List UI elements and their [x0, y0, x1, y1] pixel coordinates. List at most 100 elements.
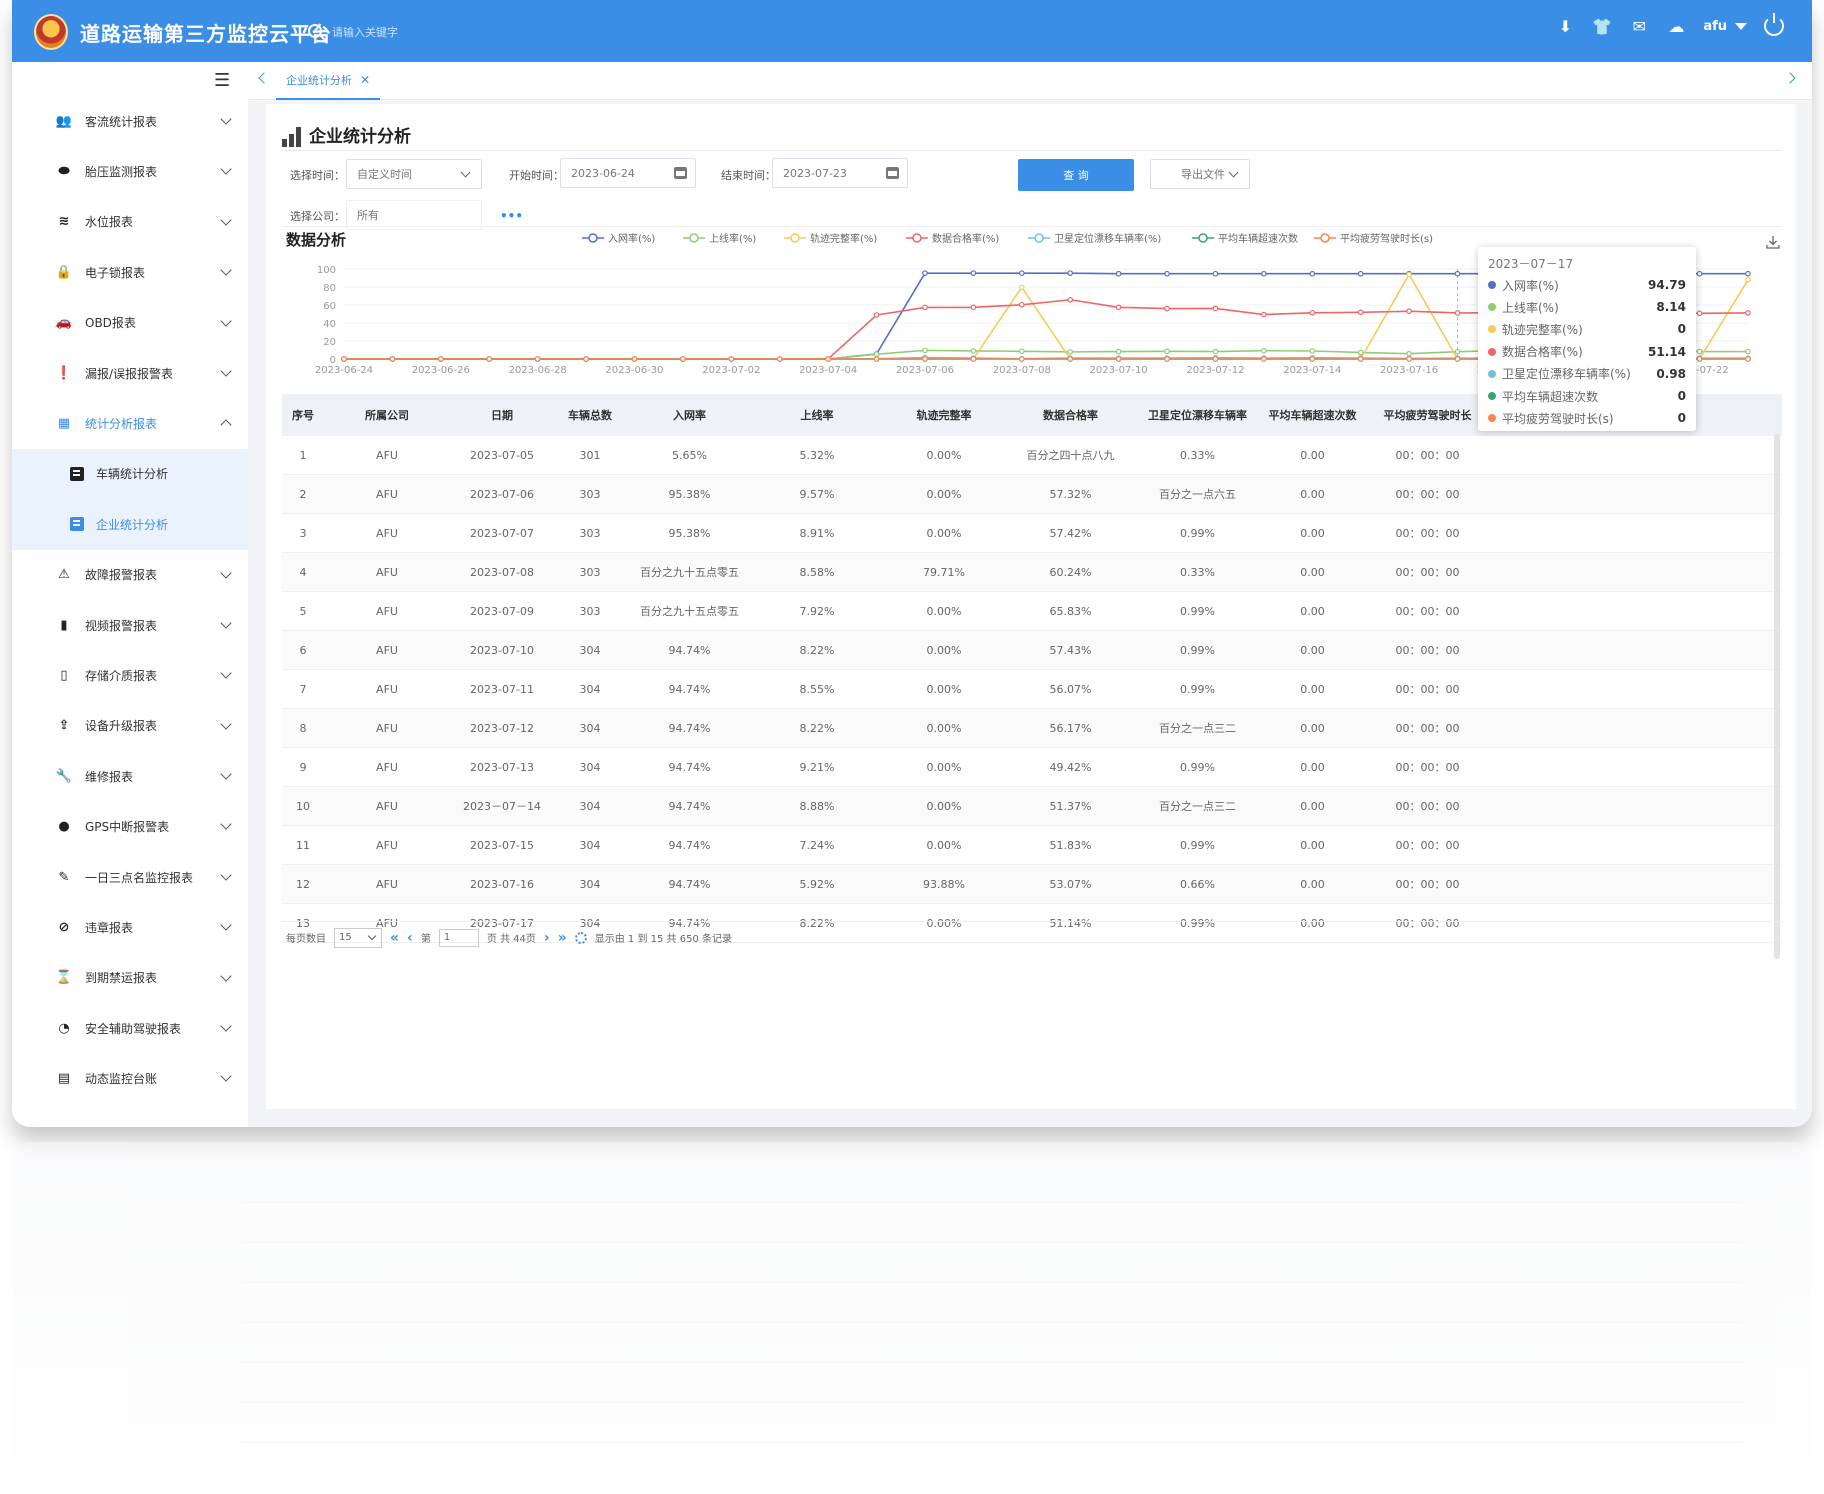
- sidebar-item[interactable]: ❗ 漏报/误报报警表: [12, 348, 248, 398]
- column-header[interactable]: 所属公司: [324, 407, 450, 423]
- column-header[interactable]: 日期: [450, 407, 554, 423]
- prev-page-icon[interactable]: ‹: [407, 930, 413, 946]
- sidebar-item[interactable]: 👥 客流统计报表: [12, 96, 248, 146]
- data-point: [389, 356, 396, 362]
- last-page-icon[interactable]: »: [558, 930, 567, 946]
- column-header[interactable]: 车辆总数: [554, 407, 626, 423]
- sidebar-item[interactable]: ⇪ 设备升级报表: [12, 701, 248, 751]
- search-input[interactable]: [332, 22, 512, 42]
- column-header[interactable]: 序号: [282, 407, 324, 423]
- sidebar-item[interactable]: ⊘ 违章报表: [12, 902, 248, 952]
- table-row[interactable]: 1 AFU 2023-07-05 301 5.65% 5.32% 0.00% 百分之四十点八九…: [282, 436, 1782, 475]
- legend-label[interactable]: 平均车辆超速次数: [1218, 232, 1298, 245]
- x-tick-label: 2023-06-28: [509, 365, 567, 376]
- sidebar-item-label: 水位报表: [85, 215, 134, 230]
- legend-label[interactable]: 入网率(%): [608, 232, 655, 245]
- power-icon[interactable]: [1764, 13, 1784, 36]
- column-header[interactable]: 轨迹完整率: [881, 407, 1007, 423]
- next-page-icon[interactable]: ›: [544, 930, 550, 946]
- table-row[interactable]: 6 AFU 2023-07-10 304 94.74% 8.22% 0.00% 57.43% 0…: [282, 631, 1782, 670]
- legend-label[interactable]: 上线率(%): [709, 232, 756, 245]
- end-date-input[interactable]: 2023-07-23: [772, 158, 908, 188]
- sidebar-item[interactable]: ⚠ 故障报警报表: [12, 550, 248, 600]
- sidebar-item[interactable]: ◔ 安全辅助驾驶报表: [12, 1003, 248, 1053]
- per-page-select[interactable]: 15: [334, 927, 382, 948]
- sidebar-item[interactable]: ✎ 一日三点名监控报表: [12, 852, 248, 902]
- submenu-item[interactable]: 车辆统计分析: [12, 449, 248, 499]
- legend-label[interactable]: 数据合格率(%): [932, 232, 999, 245]
- sidebar-item[interactable]: ● GPS中断报警表: [12, 801, 248, 851]
- user-name: afu: [1703, 18, 1727, 34]
- table-row[interactable]: 8 AFU 2023-07-12 304 94.74% 8.22% 0.00% 56.17% 百…: [282, 709, 1782, 748]
- table-row[interactable]: 9 AFU 2023-07-13 304 94.74% 9.21% 0.00% 49.42% 0…: [282, 748, 1782, 787]
- table-row[interactable]: 5 AFU 2023-07-09 303 百分之九十五点零五 7.92% 0.00% 65.8…: [282, 592, 1782, 631]
- sidebar-item[interactable]: ⬬ 胎压监测报表: [12, 146, 248, 196]
- mail-icon[interactable]: ✉: [1629, 16, 1649, 36]
- sidebar-item[interactable]: 🔧 维修报表: [12, 751, 248, 801]
- page-input[interactable]: 1: [438, 928, 479, 947]
- column-header[interactable]: 卫星定位漂移车辆率: [1134, 407, 1261, 423]
- submenu-item[interactable]: 企业统计分析: [12, 499, 248, 549]
- table-cell: 0.00%: [926, 721, 962, 735]
- download-icon[interactable]: ⬇: [1555, 16, 1575, 36]
- sidebar-item[interactable]: ▮ 视频报警报表: [12, 600, 248, 650]
- table-row[interactable]: 2 AFU 2023-07-06 303 95.38% 9.57% 0.00% 57.32% 百…: [282, 475, 1782, 514]
- user-menu[interactable]: afu: [1703, 19, 1747, 34]
- calendar-icon[interactable]: [886, 167, 899, 179]
- sidebar-item-label: OBD报表: [85, 316, 136, 331]
- table-row[interactable]: 10 AFU 2023－07－14 304 94.74% 8.88% 0.00% 51.37%…: [282, 787, 1782, 826]
- data-point: [1309, 309, 1316, 316]
- first-page-icon[interactable]: «: [390, 930, 399, 946]
- vertical-scrollbar[interactable]: [1774, 434, 1780, 959]
- tab-enterprise-analysis[interactable]: 企业统计分析 ✕: [276, 62, 381, 100]
- time-select[interactable]: 自定义时间: [346, 159, 482, 189]
- tire-icon: ⬬: [58, 164, 70, 180]
- sidebar-item[interactable]: ⌛ 到期禁运报表: [12, 953, 248, 1003]
- collapse-menu-icon[interactable]: ☰: [214, 70, 230, 91]
- column-header[interactable]: 入网率: [626, 407, 753, 423]
- legend-label[interactable]: 轨迹完整率(%): [810, 232, 877, 245]
- legend-label[interactable]: 卫星定位漂移车辆率(%): [1054, 232, 1161, 245]
- sidebar-item[interactable]: 🔒 电子锁报表: [12, 247, 248, 297]
- upload-icon: ⇪: [58, 718, 70, 734]
- chevron-down-icon: [220, 365, 232, 377]
- tab-bar: 企业统计分析 ✕: [248, 62, 1812, 100]
- shirt-icon[interactable]: 👕: [1592, 16, 1612, 36]
- column-header[interactable]: 平均车辆超速次数: [1261, 407, 1364, 423]
- time-label: 选择时间：: [290, 169, 345, 182]
- sidebar-item[interactable]: ▯ 存储介质报表: [12, 650, 248, 700]
- tab-next-icon[interactable]: [1784, 72, 1796, 84]
- search-icon[interactable]: [308, 24, 322, 38]
- calendar-icon[interactable]: [674, 167, 687, 179]
- y-tick-label: 20: [323, 337, 336, 348]
- start-date-input[interactable]: 2023-06-24: [560, 158, 696, 188]
- table-row[interactable]: 12 AFU 2023-07-16 304 94.74% 5.92% 93.88% 53.07…: [282, 865, 1782, 904]
- table-row[interactable]: 7 AFU 2023-07-11 304 94.74% 8.55% 0.00% 56.07% 0…: [282, 670, 1782, 709]
- export-select[interactable]: 导出文件: [1150, 159, 1250, 189]
- sidebar-item[interactable]: ▦ 统计分析报表: [12, 398, 248, 448]
- query-button[interactable]: 查 询: [1018, 159, 1134, 191]
- cloud-icon[interactable]: ☁: [1666, 16, 1686, 36]
- data-point: [922, 270, 928, 276]
- column-header[interactable]: 平均疲劳驾驶时长: [1364, 407, 1491, 423]
- table-row[interactable]: 11 AFU 2023-07-15 304 94.74% 7.24% 0.00% 51.83%…: [282, 826, 1782, 865]
- tab-prev-icon[interactable]: [258, 72, 270, 84]
- sidebar-item[interactable]: ≋ 水位报表: [12, 197, 248, 247]
- close-icon[interactable]: ✕: [360, 73, 370, 87]
- table-cell: 0.00: [1300, 799, 1325, 813]
- download-chart-icon[interactable]: [1766, 235, 1780, 249]
- sidebar-item[interactable]: 🚗 OBD报表: [12, 298, 248, 348]
- column-header[interactable]: 数据合格率: [1007, 407, 1134, 423]
- more-icon[interactable]: •••: [500, 209, 523, 223]
- table-row[interactable]: 4 AFU 2023-07-08 303 百分之九十五点零五 8.58% 79.71% 60.…: [282, 553, 1782, 592]
- legend-label[interactable]: 平均疲劳驾驶时长(s): [1340, 232, 1433, 245]
- data-point: [922, 304, 928, 311]
- table-row[interactable]: 3 AFU 2023-07-07 303 95.38% 8.91% 0.00% 57.42% 0…: [282, 514, 1782, 553]
- data-point: [825, 356, 831, 362]
- sidebar-item[interactable]: ▤ 动态监控台账: [12, 1053, 248, 1103]
- data-point: [1357, 349, 1364, 356]
- refresh-icon[interactable]: [574, 931, 587, 944]
- column-header[interactable]: 上线率: [753, 407, 881, 423]
- table-cell: 0.00%: [926, 682, 962, 696]
- chevron-down-icon: [220, 264, 232, 276]
